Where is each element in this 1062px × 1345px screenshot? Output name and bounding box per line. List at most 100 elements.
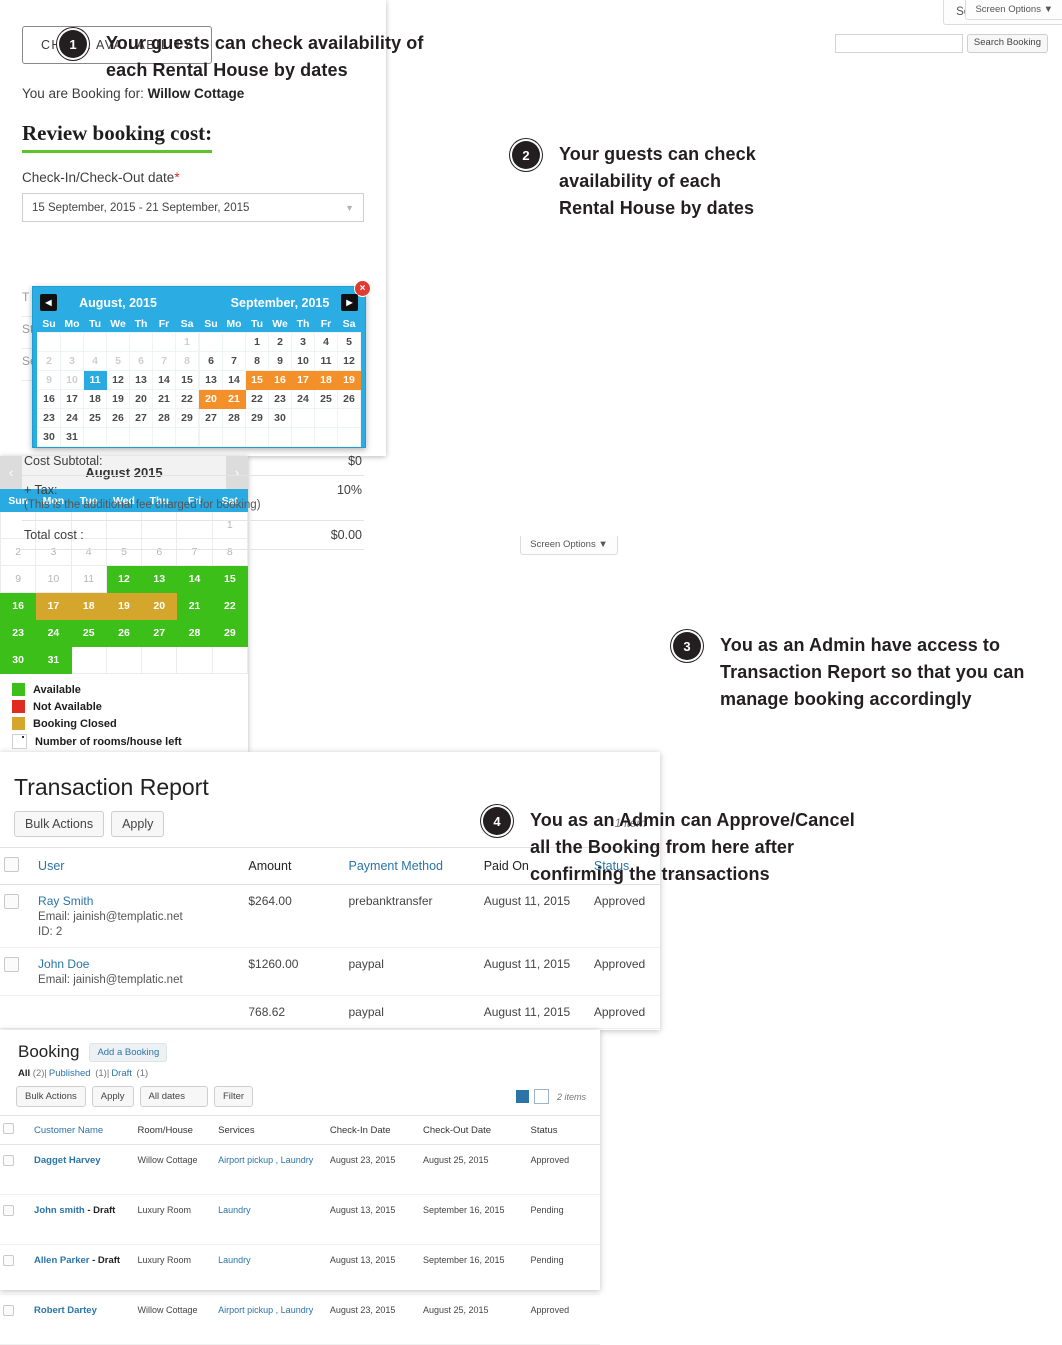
row-checkbox[interactable] [4,957,19,972]
date-picker-grid-september[interactable]: Su Mo Tu We Th Fr Sa 1 2 3 4 5 6 7 8 9 10 11 12 13 14 15 16 17… [199,315,361,447]
date-range-picker[interactable]: × ◀ August, 2015 Su Mo Tu We Th Fr Sa 12345678… [32,280,371,448]
day-cell[interactable]: 6 [129,351,153,371]
day-cell[interactable]: 26 [337,389,361,409]
availability-day-cell[interactable]: 23 [0,619,37,647]
day-cell[interactable]: 4 [314,332,338,352]
screen-options-button[interactable]: Screen Options ▼ [965,0,1062,20]
day-cell[interactable]: 2 [268,332,292,352]
day-cell[interactable]: 1 [175,332,199,352]
day-cell[interactable]: 11 [83,370,107,390]
bulk-actions-select[interactable]: Bulk Actions [14,811,105,837]
day-cell[interactable]: 22 [245,389,269,409]
row-checkbox[interactable] [3,1155,14,1166]
availability-day-cell[interactable]: 17 [35,592,72,620]
filter-link-published[interactable]: Published (1) [47,1068,107,1079]
day-cell[interactable]: 6 [199,351,223,371]
availability-day-cell[interactable]: 24 [35,619,72,647]
day-cell[interactable]: 13 [199,370,223,390]
excerpt-view-icon[interactable] [533,1089,549,1104]
customer-link[interactable]: Robert Dartey [34,1305,97,1316]
day-cell[interactable]: 11 [314,351,338,371]
availability-day-cell[interactable]: 25 [70,619,107,647]
row-checkbox-cell[interactable] [0,1294,32,1345]
services-link[interactable]: Laundry [218,1205,251,1215]
day-cell[interactable]: 16 [268,370,292,390]
customer-link[interactable]: Dagget Harvey [34,1155,101,1166]
apply-button[interactable]: Apply [91,1086,134,1107]
day-cell[interactable]: 23 [268,389,292,409]
row-checkbox-cell[interactable] [0,884,35,948]
add-booking-button[interactable]: Add a Booking [89,1042,168,1062]
day-cell[interactable]: 12 [106,370,130,390]
availability-day-cell[interactable]: 27 [141,619,178,647]
day-cell[interactable]: 18 [83,389,107,409]
list-view-icon[interactable] [515,1090,529,1103]
day-cell[interactable]: 30 [268,408,292,428]
all-dates-select[interactable]: All dates [139,1086,208,1107]
day-cell[interactable]: 1 [245,332,269,352]
day-cell[interactable]: 19 [106,389,130,409]
day-cell[interactable]: 3 [291,332,315,352]
day-cell[interactable]: 8 [245,351,269,371]
availability-day-cell[interactable]: 9 [0,565,37,593]
day-cell[interactable]: 16 [37,389,61,409]
filter-button[interactable]: Filter [213,1086,254,1107]
day-cell[interactable]: 5 [106,351,130,371]
date-picker-grid-august[interactable]: Su Mo Tu We Th Fr Sa 1 2 3 4 5 6 7 8 9 10 11 12 13 14 15 16 17… [37,315,199,447]
user-link[interactable]: John Doe [38,957,89,971]
row-checkbox-cell[interactable] [0,995,35,1029]
search-input[interactable] [834,34,963,53]
filter-link-draft[interactable]: Draft (1) [109,1068,148,1079]
row-checkbox[interactable] [4,894,19,909]
day-cell[interactable]: 24 [291,389,315,409]
day-cell[interactable]: 22 [175,389,199,409]
day-cell[interactable]: 10 [60,370,84,390]
row-checkbox-cell[interactable] [0,1194,32,1245]
day-cell[interactable]: 23 [37,408,61,428]
day-cell[interactable]: 19 [337,370,361,390]
day-cell[interactable]: 31 [60,427,84,447]
day-cell[interactable]: 20 [199,389,223,409]
day-cell[interactable]: 25 [314,389,338,409]
day-cell[interactable]: 25 [83,408,107,428]
select-all-checkbox[interactable] [3,1123,14,1134]
availability-day-cell[interactable]: 15 [211,565,248,593]
day-cell[interactable]: 14 [152,370,176,390]
select-all-checkbox-cell[interactable] [0,1115,32,1145]
day-cell[interactable]: 29 [175,408,199,428]
column-user[interactable]: User [34,847,245,885]
floating-screen-options-button[interactable]: Screen Options ▼ [520,536,618,555]
day-cell[interactable]: 15 [175,370,199,390]
availability-day-cell[interactable]: 11 [70,565,107,593]
availability-day-cell[interactable]: 18 [70,592,107,620]
availability-day-cell[interactable]: 21 [176,592,213,620]
availability-day-cell[interactable]: 30 [0,646,37,674]
day-cell[interactable]: 12 [337,351,361,371]
prev-month-icon[interactable]: ◀ [40,294,57,311]
next-month-icon[interactable]: ▶ [341,294,358,311]
day-cell[interactable]: 27 [129,408,153,428]
day-cell[interactable]: 2 [37,351,61,371]
row-checkbox[interactable] [3,1305,14,1316]
prev-month-icon[interactable]: ‹ [0,456,22,489]
day-cell[interactable]: 21 [222,389,246,409]
user-link[interactable]: Ray Smith [38,894,93,908]
filter-link-all[interactable]: All (2) [18,1068,44,1079]
date-range-input[interactable]: 15 September, 2015 - 21 September, 2015 … [22,193,364,222]
services-link[interactable]: Laundry [218,1255,251,1265]
day-cell[interactable]: 4 [83,351,107,371]
day-cell[interactable]: 28 [152,408,176,428]
day-cell[interactable]: 26 [106,408,130,428]
day-cell[interactable]: 24 [60,408,84,428]
select-all-checkbox-cell[interactable] [0,847,35,885]
availability-day-cell[interactable]: 10 [35,565,72,593]
day-cell[interactable]: 9 [37,370,61,390]
day-cell[interactable]: 7 [222,351,246,371]
row-checkbox-cell[interactable] [0,1244,32,1295]
customer-link[interactable]: Allen Parker [34,1255,89,1266]
day-cell[interactable]: 30 [37,427,61,447]
bulk-actions-select[interactable]: Bulk Actions [16,1086,86,1107]
day-cell[interactable]: 20 [129,389,153,409]
availability-day-cell[interactable]: 19 [105,592,143,620]
day-cell[interactable]: 27 [199,408,223,428]
